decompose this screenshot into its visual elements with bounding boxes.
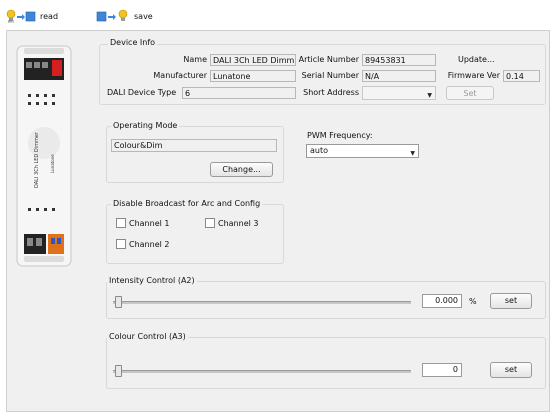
short-address-label: Short Address [303,88,359,97]
name-label: Name [183,55,207,64]
manufacturer-label: Manufacturer [153,71,207,80]
device-image: DALI 3Ch LED Dimmer Lunatone [14,38,74,268]
svg-text:BUS: BUS [8,20,14,24]
article-number-field[interactable]: 89453831 [362,54,436,66]
colour-slider-track[interactable] [113,370,411,373]
colour-value-field[interactable]: 0 [422,363,462,377]
serial-number-label: Serial Number [301,71,359,80]
channel-2-checkbox[interactable]: Channel 2 [116,239,169,249]
device-product-text: DALI 3Ch LED Dimmer [34,131,40,188]
firmware-field[interactable]: 0.14 [503,70,540,82]
intensity-control-group: Intensity Control (A2) 0.000 % set [106,276,546,319]
manufacturer-field[interactable]: Lunatone [210,70,296,82]
set-address-button[interactable]: Set [446,86,494,100]
disable-broadcast-title: Disable Broadcast for Arc and Config [111,199,263,208]
colour-slider-thumb[interactable] [115,365,122,377]
intensity-slider-thumb[interactable] [115,296,122,308]
name-field[interactable]: DALI 3Ch LED Dimm... [210,54,296,66]
pwm-frequency-value: auto [310,146,329,155]
pwm-frequency-dropdown[interactable]: auto ▼ [306,144,419,158]
intensity-unit-label: % [469,297,477,306]
device-info-title: Device Info [108,38,158,47]
device-type-label: DALI Device Type [107,88,177,97]
save-label: save [134,11,153,21]
colour-control-group: Colour Control (A3) 0 set [106,332,546,389]
device-brand-text: Lunatone [50,154,55,173]
operating-mode-title: Operating Mode [111,121,180,130]
read-label: read [40,11,59,21]
chevron-down-icon: ▼ [410,150,415,157]
device-info-group: Device Info Name DALI 3Ch LED Dimm... Ar… [99,38,546,105]
serial-number-field[interactable]: N/A [362,70,436,82]
firmware-label: Firmware Ver [447,71,500,80]
save-device-icon [96,9,128,22]
operating-mode-field[interactable]: Colour&Dim [111,139,277,152]
channel-2-label: Channel 2 [129,239,170,249]
colour-set-button[interactable]: set [490,362,532,378]
channel-1-checkbox[interactable]: Channel 1 [116,218,169,228]
article-number-label: Article Number [298,55,359,64]
checkbox-box [116,218,126,228]
channel-3-checkbox[interactable]: Channel 3 [205,218,258,228]
toolbar: BUS read save [0,0,556,30]
intensity-value-field[interactable]: 0.000 [422,294,462,308]
chevron-down-icon: ▼ [427,92,432,99]
short-address-dropdown[interactable]: ▼ [362,86,436,100]
checkbox-box [205,218,215,228]
intensity-slider-track[interactable] [113,301,411,304]
operating-mode-group: Operating Mode Colour&Dim Change... [106,121,284,183]
colour-control-title: Colour Control (A3) [107,332,188,341]
main-panel: DALI 3Ch LED Dimmer Lunatone Device Info… [6,30,550,412]
checkbox-box [116,239,126,249]
read-button[interactable]: BUS read [6,9,58,23]
disable-broadcast-group: Disable Broadcast for Arc and Config Cha… [106,199,284,264]
update-link[interactable]: Update... [458,55,495,64]
intensity-set-button[interactable]: set [490,293,532,309]
channel-1-label: Channel 1 [129,218,170,228]
channel-3-label: Channel 3 [218,218,259,228]
pwm-frequency-label: PWM Frequency: [307,131,373,140]
intensity-control-title: Intensity Control (A2) [107,276,197,285]
device-type-field[interactable]: 6 [182,87,296,99]
change-mode-button[interactable]: Change... [210,162,273,177]
read-device-icon: BUS [6,9,36,23]
device-picture: DALI 3Ch LED Dimmer Lunatone [16,45,72,267]
save-button[interactable]: save [96,9,153,23]
